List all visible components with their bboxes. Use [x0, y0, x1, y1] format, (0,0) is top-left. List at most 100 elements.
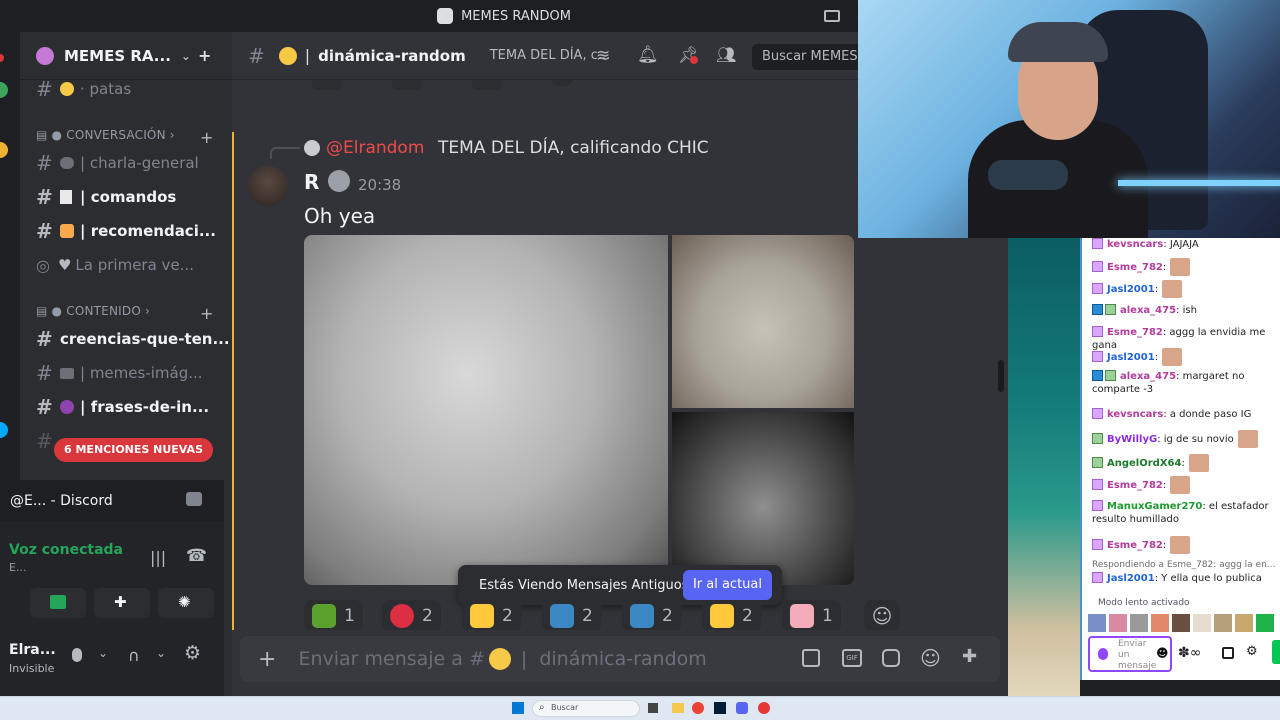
add-member-icon[interactable]: +: [198, 46, 211, 65]
gif-icon[interactable]: GIF: [842, 649, 862, 667]
reply-mention[interactable]: @Elrandom: [326, 138, 424, 158]
sidebar-item-frases[interactable]: # | frases-de-in...: [20, 392, 232, 422]
category-conversacion[interactable]: ▤ ● CONVERSACIÓN ›: [36, 128, 175, 142]
emote-icon[interactable]: [1193, 614, 1211, 632]
sidebar-item-charla-general[interactable]: # | charla-general: [20, 148, 232, 178]
windows-start-icon[interactable]: [512, 702, 524, 714]
chat-username[interactable]: ManuxGamer270: [1107, 501, 1202, 512]
add-reaction-icon[interactable]: [550, 80, 574, 86]
category-contenido[interactable]: ▤ ● CONTENIDO ›: [36, 304, 150, 318]
new-mentions-banner[interactable]: 6 MENCIONES NUEVAS: [54, 438, 213, 462]
screen-share-icon[interactable]: [824, 10, 840, 22]
server-icon[interactable]: [0, 82, 8, 98]
bell-icon[interactable]: 🔔︎: [637, 45, 659, 65]
server-icon[interactable]: [0, 142, 8, 158]
sidebar-item-patas[interactable]: # · patas: [20, 74, 232, 104]
emote-picker-icon[interactable]: [1098, 648, 1108, 660]
threads-icon[interactable]: ≋: [596, 46, 610, 66]
avatar[interactable]: [248, 166, 288, 206]
reaction-scream[interactable]: 1: [782, 600, 841, 630]
chat-username[interactable]: alexa_475: [1120, 371, 1176, 382]
apps-icon[interactable]: ✚: [962, 646, 977, 667]
server-icon[interactable]: [0, 422, 8, 438]
emote-icon[interactable]: [1256, 614, 1274, 632]
photoshop-icon[interactable]: [714, 702, 726, 714]
reaction-pointing[interactable]: 2: [702, 600, 761, 630]
channel-topic[interactable]: TEMA DEL DÍA, c...: [490, 48, 611, 63]
emote-icon[interactable]: [1235, 614, 1253, 632]
discord-taskbar-icon[interactable]: [736, 702, 748, 714]
store-icon[interactable]: [1222, 647, 1234, 659]
file-explorer-icon[interactable]: [672, 703, 684, 713]
emoji-picker-icon[interactable]: ☺: [920, 646, 941, 670]
emote-icon[interactable]: [1130, 614, 1148, 632]
sidebar-item-comandos[interactable]: # | comandos: [20, 182, 232, 212]
members-icon[interactable]: 👥︎: [716, 45, 736, 64]
add-reaction-button[interactable]: ☺: [864, 600, 900, 630]
message-composer[interactable]: + Enviar mensaje a # | dinámica-random G…: [240, 636, 1000, 682]
chat-username[interactable]: Jasl2001: [1107, 352, 1155, 363]
emote-icon[interactable]: [1151, 614, 1169, 632]
chat-send-button[interactable]: [1272, 640, 1280, 664]
reply-text[interactable]: TEMA DEL DÍA, calificando CHIC: [438, 138, 709, 158]
soundboard-button[interactable]: ✺: [158, 588, 214, 618]
gear-icon[interactable]: ⚙: [1246, 644, 1258, 659]
jump-to-present-button[interactable]: Ir al actual: [682, 570, 772, 600]
sticker-icon[interactable]: [882, 649, 900, 667]
attachment-image[interactable]: [304, 235, 668, 585]
chat-username[interactable]: Esme_782: [1107, 327, 1163, 338]
chat-username[interactable]: alexa_475: [1120, 305, 1176, 316]
chat-username[interactable]: ByWillyG: [1107, 434, 1157, 445]
scrollbar-thumb[interactable]: [998, 360, 1004, 392]
channel-points-icon[interactable]: ✽∞: [1178, 645, 1201, 661]
reaction-check[interactable]: 1: [304, 600, 363, 630]
emote-icon[interactable]: [1109, 614, 1127, 632]
create-channel-icon[interactable]: +: [200, 128, 213, 147]
chrome-icon[interactable]: [692, 702, 704, 714]
sidebar-item-recomendaciones[interactable]: # | recomendaci...: [20, 216, 232, 246]
chat-username[interactable]: AngelOrdX64: [1107, 458, 1181, 469]
message-author[interactable]: R: [304, 170, 319, 194]
voice-status[interactable]: Voz conectada: [9, 542, 123, 558]
sidebar-item-stage[interactable]: ◎ ♥ La primera ve...: [20, 250, 232, 280]
attachment-image[interactable]: [672, 412, 854, 585]
chat-username[interactable]: kevsncars: [1107, 239, 1163, 250]
chat-username[interactable]: Esme_782: [1107, 480, 1163, 491]
noise-suppression-icon[interactable]: |||: [150, 548, 166, 567]
app-taskbar-icon[interactable]: [758, 702, 770, 714]
server-header[interactable]: MEMES RA... ⌄ +: [20, 32, 232, 80]
sidebar-item-creencias[interactable]: # creencias-que-ten...: [20, 324, 232, 354]
popout-bar[interactable]: @E... - Discord: [0, 480, 224, 522]
chat-username[interactable]: kevsncars: [1107, 409, 1163, 420]
check-emoji-icon[interactable]: [312, 80, 342, 90]
chat-username[interactable]: Esme_782: [1107, 262, 1163, 273]
reaction-g[interactable]: 2: [622, 600, 681, 630]
smile-icon[interactable]: ☻: [1156, 646, 1169, 660]
reaction-hand[interactable]: 2: [462, 600, 521, 630]
gift-icon[interactable]: [802, 649, 820, 667]
activities-button[interactable]: ✚: [94, 588, 150, 618]
create-channel-icon[interactable]: +: [200, 304, 213, 323]
chat-username[interactable]: Jasl2001: [1107, 284, 1155, 295]
gear-icon[interactable]: ⚙: [184, 642, 201, 664]
upload-plus-icon[interactable]: +: [258, 647, 276, 672]
taskbar-search[interactable]: ⌕ Buscar: [532, 700, 640, 717]
chat-username[interactable]: Jasl2001: [1107, 573, 1155, 584]
sidebar-item-memes-imagenes[interactable]: # | memes-imág...: [20, 358, 232, 388]
username[interactable]: Elra...: [9, 642, 56, 658]
emote-icon[interactable]: [1172, 614, 1190, 632]
chevron-down-icon[interactable]: ⌄: [156, 646, 166, 660]
video-button[interactable]: [30, 588, 86, 618]
close-popout-icon[interactable]: [186, 492, 202, 506]
headphones-icon[interactable]: ∩: [128, 646, 140, 665]
disconnect-icon[interactable]: ☎: [186, 546, 207, 566]
reaction-icon[interactable]: [392, 80, 422, 90]
emote-icon[interactable]: [1088, 614, 1106, 632]
chevron-down-icon[interactable]: ⌄: [98, 646, 108, 660]
search-input[interactable]: Buscar MEMES: [752, 44, 862, 70]
attachment-image[interactable]: [672, 235, 854, 408]
microphone-icon[interactable]: [72, 648, 82, 662]
heart-emoji-icon[interactable]: [472, 80, 502, 90]
task-view-icon[interactable]: [648, 703, 658, 713]
reaction-i[interactable]: 2: [542, 600, 601, 630]
